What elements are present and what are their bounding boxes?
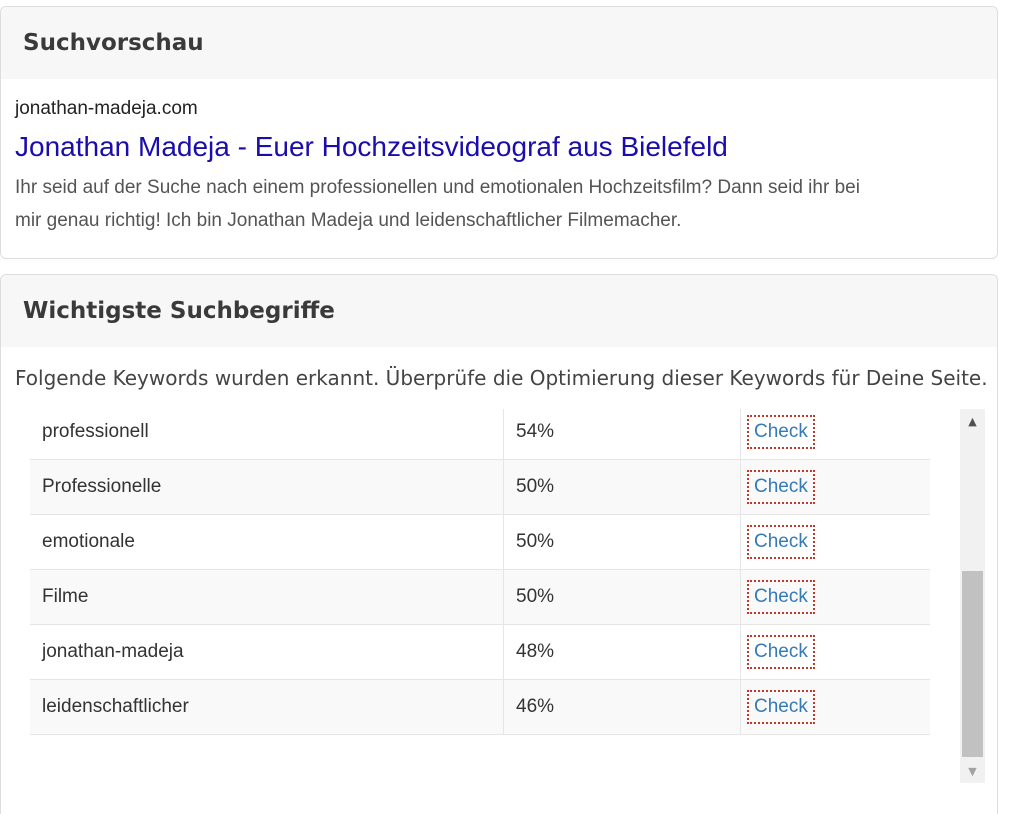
action-cell: Check [740,679,930,735]
action-cell: Check [740,624,930,680]
triangle-up-icon[interactable]: ▲ [960,411,985,431]
check-button[interactable]: Check [747,690,815,724]
keyword-cell: Professionelle [30,459,504,515]
table-row: Professionelle 50% Check [30,459,930,515]
triangle-down-icon[interactable]: ▼ [960,761,985,781]
preview-description: Ihr seid auf der Suche nach einem profes… [15,177,860,231]
keywords-table: professionell 54% Check Professionelle 5… [30,409,930,735]
table-scrollbar[interactable]: ▲ ▼ [960,409,985,783]
percent-cell: 50% [503,569,741,625]
keywords-table-scroll-area[interactable]: professionell 54% Check Professionelle 5… [30,409,930,783]
check-button[interactable]: Check [747,415,815,449]
keyword-cell: jonathan-madeja [30,624,504,680]
percent-cell: 46% [503,679,741,735]
percent-cell: 50% [503,459,741,515]
check-button[interactable]: Check [747,525,815,559]
action-cell: Check [740,409,930,460]
check-button[interactable]: Check [747,580,815,614]
keywords-intro: Folgende Keywords wurden erkannt. Überpr… [15,366,988,390]
percent-cell: 48% [503,624,741,680]
keyword-cell: Filme [30,569,504,625]
keywords-panel: Wichtigste Suchbegriffe Folgende Keyword… [0,274,998,814]
table-row: emotionale 50% Check [30,514,930,570]
table-row: leidenschaftlicher 46% Check [30,679,930,735]
search-preview-heading: Suchvorschau [1,7,997,79]
check-button[interactable]: Check [747,635,815,669]
action-cell: Check [740,514,930,570]
table-row: professionell 54% Check [30,409,930,460]
keyword-cell: emotionale [30,514,504,570]
percent-cell: 54% [503,409,741,460]
scrollbar-thumb[interactable] [962,571,983,757]
keyword-cell: leidenschaftlicher [30,679,504,735]
keyword-cell: professionell [30,409,504,460]
search-preview-panel: Suchvorschau jonathan-madeja.com Jonatha… [0,6,998,259]
preview-url: jonathan-madeja.com [15,98,198,119]
keywords-heading: Wichtigste Suchbegriffe [1,275,997,347]
percent-cell: 50% [503,514,741,570]
check-button[interactable]: Check [747,470,815,504]
table-row: jonathan-madeja 48% Check [30,624,930,680]
table-row: Filme 50% Check [30,569,930,625]
search-preview-body: jonathan-madeja.com Jonathan Madeja - Eu… [1,79,997,237]
action-cell: Check [740,569,930,625]
action-cell: Check [740,459,930,515]
preview-title-link[interactable]: Jonathan Madeja - Euer Hochzeitsvideogra… [15,129,983,165]
